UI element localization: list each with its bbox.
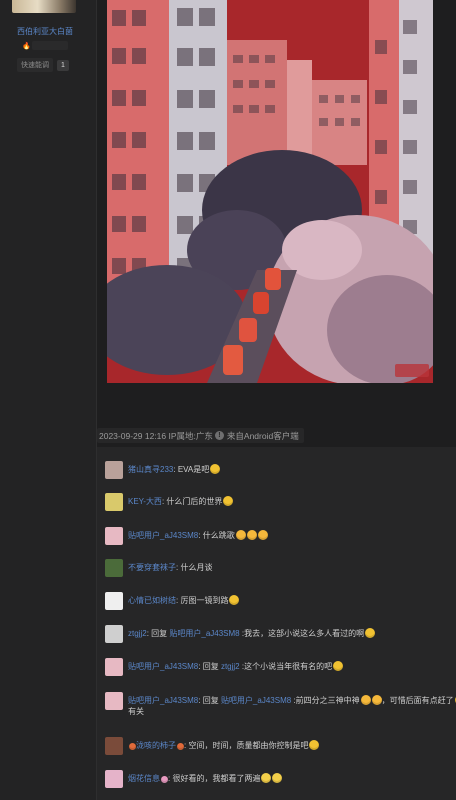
- smile-emoji-icon: [210, 464, 221, 474]
- smile-emoji-icon: [333, 661, 344, 671]
- avatar[interactable]: [105, 692, 123, 710]
- avatar[interactable]: [105, 770, 123, 788]
- tear-emoji-icon: [272, 773, 283, 783]
- comment-text: EVA是吧: [175, 465, 210, 474]
- reply-target-user[interactable]: 贴吧用户_aJ43SM8: [221, 696, 291, 705]
- reply-target-user[interactable]: 贴吧用户_aJ43SM8: [169, 629, 239, 638]
- sidebar: 西伯利亚大白菌 🔥 快速能调 1: [0, 0, 96, 800]
- post-photo-image: [107, 0, 433, 383]
- avatar[interactable]: [105, 461, 123, 479]
- quick-reply-count: 1: [57, 59, 69, 71]
- list-item: KEY-大西: 什么门后的世界: [105, 493, 234, 511]
- comment-user[interactable]: 贴吧用户_aJ43SM8: [128, 662, 198, 671]
- avatar[interactable]: [105, 625, 123, 643]
- info-icon: !: [214, 431, 224, 440]
- forum-avatar[interactable]: [12, 0, 76, 13]
- comment-user[interactable]: 贴吧用户_aJ43SM8: [128, 531, 198, 540]
- comment-user[interactable]: ztgjj2: [128, 629, 147, 638]
- laugh-emoji-icon: [371, 695, 382, 705]
- quick-reply[interactable]: 快速能调 1: [17, 58, 69, 72]
- list-item: 不要穿套袜子: 什么月谈: [105, 559, 212, 577]
- post-client: 来自Android客户端: [226, 430, 299, 441]
- comment-text: 什么月谈: [178, 563, 213, 572]
- laugh-emoji-icon: [257, 530, 268, 540]
- fire-icon: [177, 743, 184, 750]
- comment-list: 猪山真寻233: EVA是吧 KEY-大西: 什么门后的世界 贴吧用户_aJ43…: [97, 447, 456, 800]
- flower-icon: [161, 776, 168, 783]
- quick-reply-label[interactable]: 快速能调: [17, 58, 53, 72]
- comment-text-line2: 有关: [128, 707, 144, 716]
- comment-text: 什么门后的世界: [164, 497, 223, 506]
- smile-emoji-icon: [229, 595, 240, 605]
- comment-text: 什么跳歌: [200, 531, 235, 540]
- post-main: 2023-09-29 12:16 IP属地:广东! 来自Android客户端 猪山…: [97, 0, 456, 800]
- comment-user[interactable]: KEY-大西: [128, 497, 162, 506]
- post-meta: 2023-09-29 12:16 IP属地:广东! 来自Android客户端: [97, 428, 304, 443]
- list-item: 心情已如树结: 厉图一镜到路: [105, 592, 240, 610]
- comment-text: 空间，时间，质量都由你控制是吧: [186, 741, 309, 750]
- laugh-emoji-icon: [246, 530, 257, 540]
- smile-emoji-icon: [365, 628, 376, 638]
- comment-text: :前四分之三神中神: [291, 696, 360, 705]
- comment-text: 厉图一镜到路: [178, 596, 229, 605]
- post-time: 2023-09-29 12:16: [99, 430, 167, 441]
- list-item: 贴吧用户_aJ43SM8: 什么跳歌: [105, 527, 268, 545]
- list-item: 贴吧用户_aJ43SM8: 回复 贴吧用户_aJ43SM8 :前四分之三神中神，…: [105, 692, 456, 717]
- forum-name[interactable]: 西伯利亚大白菌: [17, 26, 73, 37]
- post-photo[interactable]: [107, 0, 433, 383]
- list-item: 贴吧用户_aJ43SM8: 回复 ztgjj2 :这个小说当年很有名的吧: [105, 658, 344, 676]
- avatar[interactable]: [105, 493, 123, 511]
- comment-user[interactable]: 猪山真寻233: [128, 465, 173, 474]
- avatar[interactable]: [105, 559, 123, 577]
- list-item: 泷咳的柿子: 空间，时间，质量都由你控制是吧: [105, 737, 320, 755]
- comment-text: :这个小说当年很有名的吧: [239, 662, 333, 671]
- comment-text: :我去，这部小说这么多人看过的啊: [239, 629, 365, 638]
- avatar[interactable]: [105, 658, 123, 676]
- avatar[interactable]: [105, 592, 123, 610]
- comment-user[interactable]: 不要穿套袜子: [128, 563, 176, 572]
- smile-emoji-icon: [223, 496, 234, 506]
- comment-user[interactable]: 贴吧用户_aJ43SM8: [128, 696, 198, 705]
- list-item: 烟花信息: 很好看的，我都看了两遍: [105, 770, 283, 788]
- comment-user[interactable]: 心情已如树结: [128, 596, 176, 605]
- level-badge: [32, 41, 68, 50]
- list-item: 猪山真寻233: EVA是吧: [105, 461, 221, 479]
- laugh-emoji-icon: [235, 530, 246, 540]
- comment-text: 很好看的，我都看了两遍: [170, 774, 261, 783]
- laugh-emoji-icon: [360, 695, 371, 705]
- avatar[interactable]: [105, 527, 123, 545]
- avatar[interactable]: [105, 737, 123, 755]
- tear-emoji-icon: [261, 773, 272, 783]
- comment-user[interactable]: 泷咳的柿子: [136, 741, 176, 750]
- fire-icon: 🔥: [22, 43, 31, 50]
- reply-target-user[interactable]: ztgjj2: [221, 662, 240, 671]
- smile-emoji-icon: [309, 740, 320, 750]
- comment-text-continued: ，可惜后面有点赶了: [381, 696, 454, 705]
- comment-user[interactable]: 烟花信息: [128, 774, 160, 783]
- post-ip: IP属地:广东: [168, 430, 213, 441]
- list-item: ztgjj2: 回复 贴吧用户_aJ43SM8 :我去，这部小说这么多人看过的啊: [105, 625, 376, 643]
- fire-icon: [129, 743, 136, 750]
